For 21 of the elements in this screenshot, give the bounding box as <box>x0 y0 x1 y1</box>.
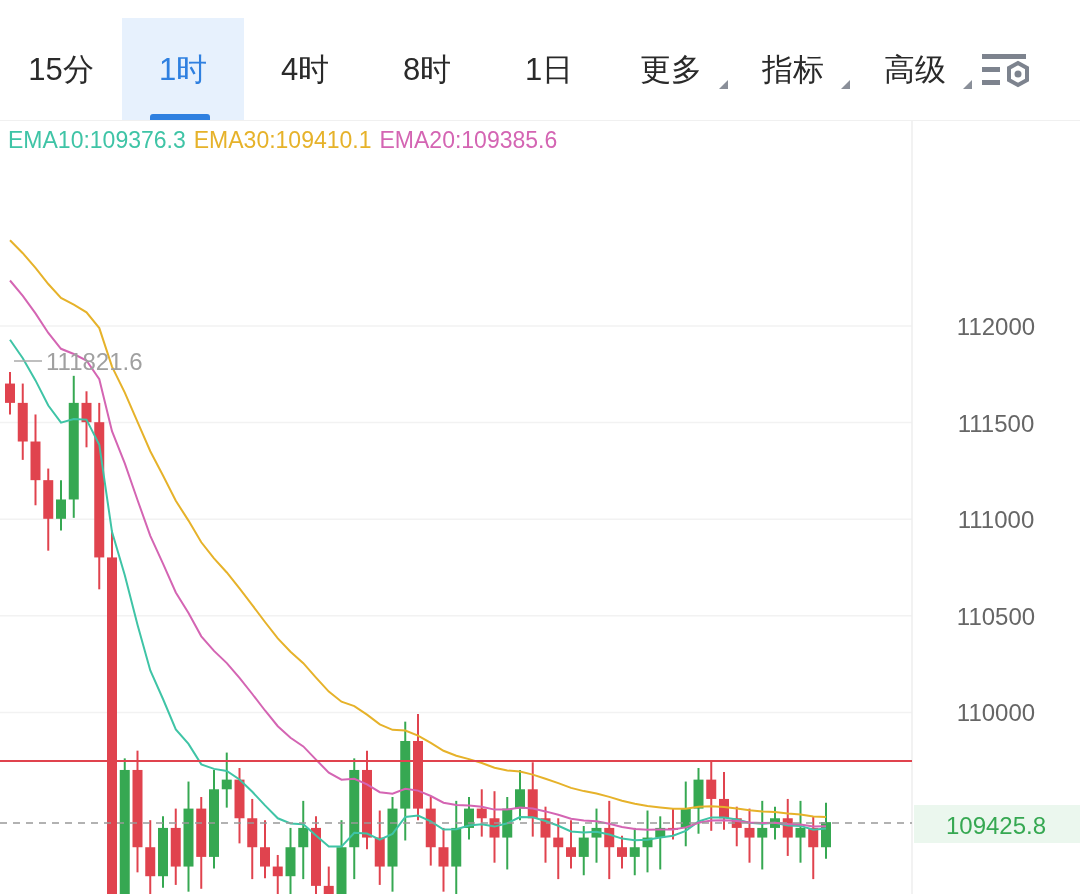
ema-legend-label: EMA20:109385.6 <box>379 127 558 154</box>
dropdown-triangle-icon <box>719 80 728 89</box>
period-tab[interactable]: 4时 <box>244 0 366 120</box>
period-tab[interactable]: 15分 <box>0 0 122 120</box>
leader-line <box>13 360 43 362</box>
price-axis-label: 111000 <box>957 506 1035 534</box>
period-tab[interactable]: 更多 <box>610 0 732 120</box>
period-tab[interactable]: 8时 <box>366 0 488 120</box>
period-tab[interactable]: 1日 <box>488 0 610 120</box>
price-axis-label: 112000 <box>956 313 1036 340</box>
ema-legend-label: EMA30:109410.1 <box>193 127 372 154</box>
dropdown-triangle-icon <box>963 80 972 89</box>
price-axis-label: 110000 <box>956 699 1036 727</box>
price-axis-label: 110500 <box>956 602 1036 630</box>
period-tab[interactable]: 高级 <box>854 0 976 120</box>
price-axis-label: 111500 <box>957 409 1035 437</box>
ema-legend-label: EMA10:109376.3 <box>8 127 186 154</box>
last-price-label: 109425.8 <box>945 812 1047 839</box>
period-tab[interactable]: 指标 <box>732 0 854 120</box>
settings-icon[interactable] <box>982 52 1030 88</box>
dropdown-triangle-icon <box>841 80 850 89</box>
